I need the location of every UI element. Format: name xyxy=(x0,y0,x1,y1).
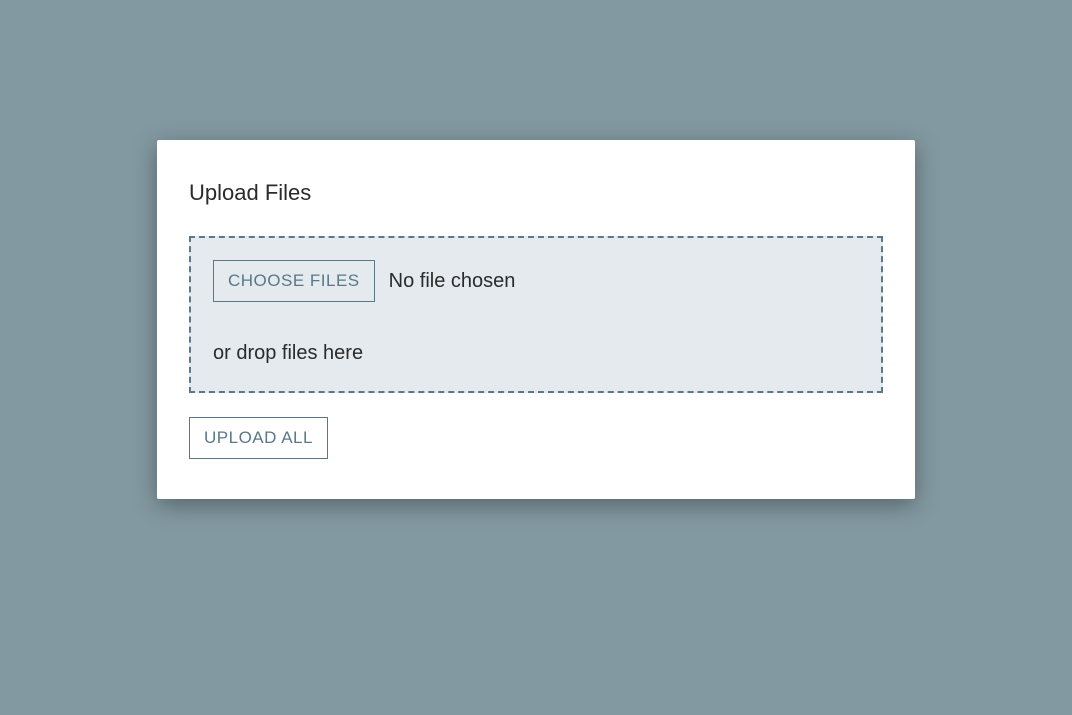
upload-all-button[interactable]: UPLOAD ALL xyxy=(189,417,328,459)
choose-files-button[interactable]: CHOOSE FILES xyxy=(213,260,375,302)
file-input-row: CHOOSE FILES No file chosen xyxy=(213,260,859,302)
file-dropzone[interactable]: CHOOSE FILES No file chosen or drop file… xyxy=(189,236,883,393)
card-title: Upload Files xyxy=(189,180,883,206)
file-chosen-status: No file chosen xyxy=(389,270,516,293)
drop-hint-text: or drop files here xyxy=(213,342,859,365)
upload-card: Upload Files CHOOSE FILES No file chosen… xyxy=(157,140,915,499)
